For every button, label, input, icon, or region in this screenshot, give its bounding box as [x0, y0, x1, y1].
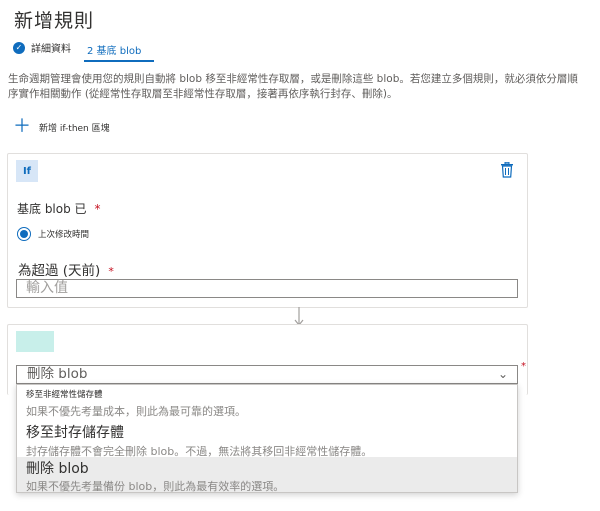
if-badge: If	[16, 160, 38, 182]
tab-details-label: 詳細資料	[31, 44, 71, 55]
required-mark: *	[521, 361, 526, 372]
add-if-then-button[interactable]: ＋ 新增 if-then 區塊	[13, 116, 110, 137]
add-if-then-label: 新增 if-then 區塊	[39, 123, 110, 134]
base-blob-label-text: 基底 blob 已	[17, 202, 87, 216]
trash-icon[interactable]	[500, 162, 514, 178]
description-text: 生命週期管理會使用您的規則自動將 blob 移至非經常性存取層，或是刪除這些 b…	[8, 73, 578, 100]
page-title: 新增規則	[14, 10, 95, 32]
option-delete-blob[interactable]: 刪除 blob 如果不優先考量備份 blob，則此為最有效率的選項。	[26, 458, 284, 494]
radio-last-modified[interactable]: 上次修改時間	[17, 227, 89, 241]
option-subtitle: 如果不優先考量成本，則此為最可靠的選項。	[26, 405, 246, 418]
required-mark: *	[108, 265, 114, 278]
plus-icon: ＋	[13, 116, 31, 137]
days-label: 為超過 (天前) *	[18, 259, 114, 279]
active-tab-indicator	[84, 60, 154, 62]
tab-base-blob[interactable]: 2 基底 blob	[87, 42, 141, 57]
option-title: 刪除 blob	[26, 461, 89, 477]
days-label-text: 為超過 (天前)	[18, 263, 101, 279]
checkmark-icon: ✓	[13, 41, 25, 54]
base-blob-label: 基底 blob 已 *	[17, 200, 101, 217]
radio-button[interactable]	[17, 227, 31, 241]
option-title: 移至封存儲存體	[26, 425, 124, 441]
option-cool-storage[interactable]: 如果不優先考量成本，則此為最可靠的選項。	[26, 403, 246, 419]
radio-label: 上次修改時間	[38, 230, 90, 240]
action-select[interactable]: 刪除 blob	[16, 365, 518, 384]
option-archive[interactable]: 移至封存儲存體 封存儲存體不會完全刪除 blob。不過，無法將其移回非經常性儲存…	[26, 422, 372, 459]
required-mark: *	[94, 202, 101, 216]
dropdown-group-header: 移至非經常性儲存體	[26, 390, 103, 400]
then-badge	[16, 331, 54, 352]
radio-selected-dot	[20, 230, 28, 238]
days-input[interactable]: 輸入值	[16, 279, 518, 298]
tab-details[interactable]: ✓ 詳細資料	[13, 40, 71, 55]
option-subtitle: 如果不優先考量備份 blob，則此為最有效率的選項。	[26, 480, 285, 493]
chevron-down-icon[interactable]: ⌄	[498, 367, 508, 381]
